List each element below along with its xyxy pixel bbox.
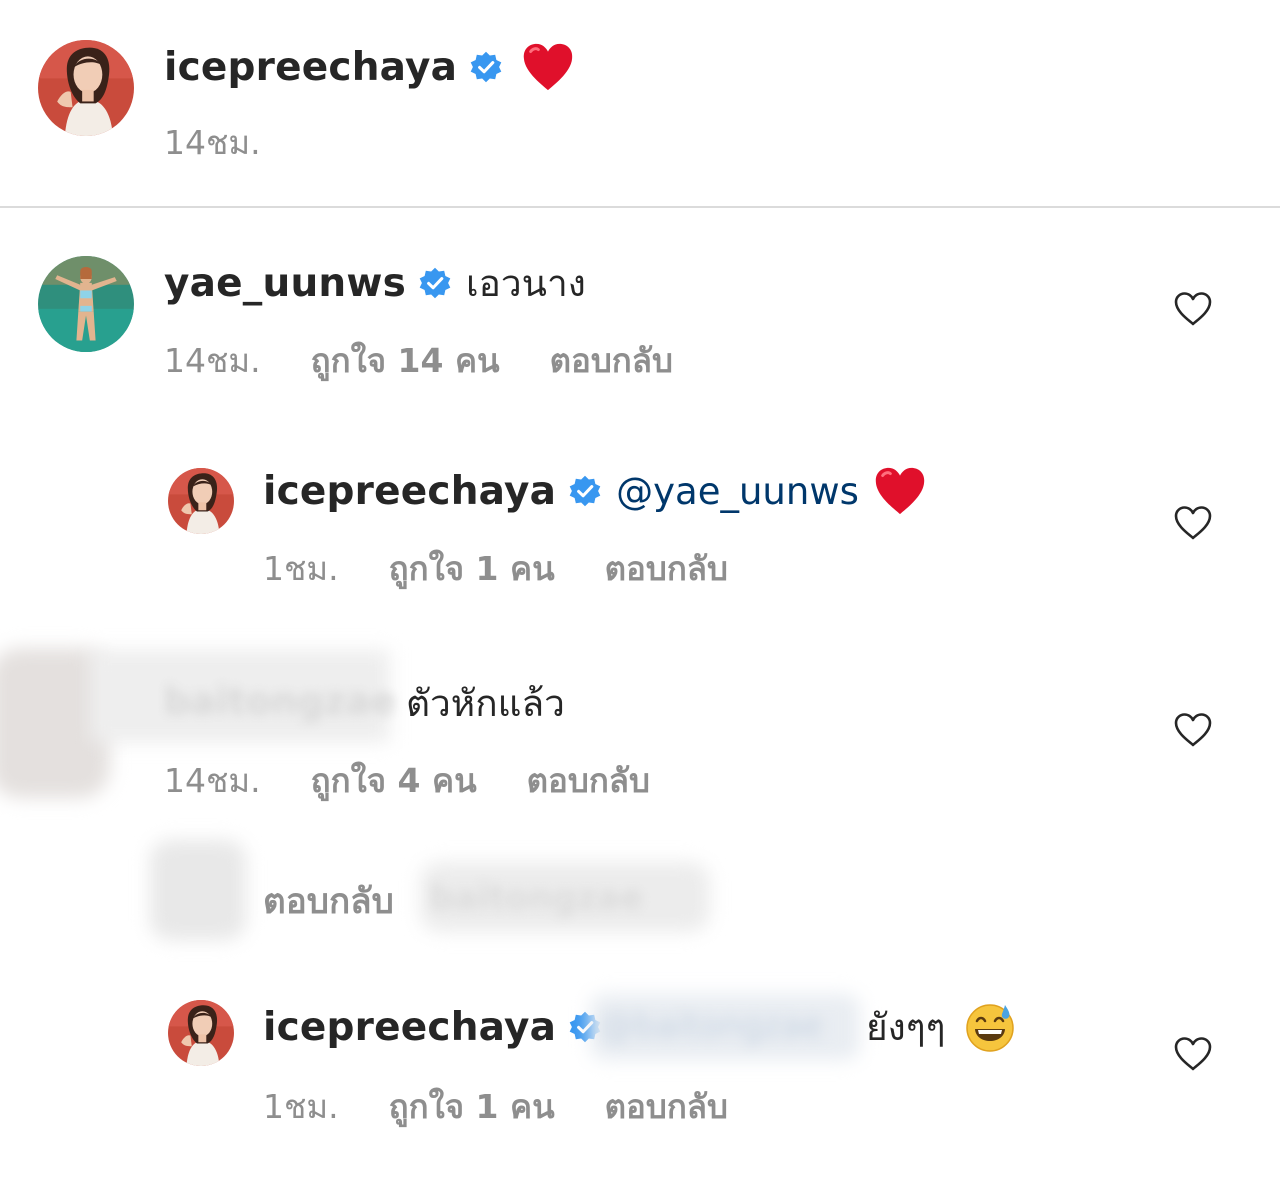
comment-text: ตัวหักแล้ว (406, 681, 565, 725)
mention-link[interactable]: @yae_uunws (616, 470, 859, 513)
avatar-icepreechaya[interactable] (38, 40, 134, 136)
comment-time: 1ชม. (263, 1087, 339, 1126)
comment-text: เอวนาง (466, 261, 586, 305)
verified-badge-icon (418, 266, 452, 300)
blurred-username: baitongzae (164, 680, 396, 723)
comment-likes[interactable]: ถูกใจ 14 คน (311, 334, 500, 387)
reply-button[interactable]: ตอบกลับ (605, 542, 728, 595)
comment-4-body: icepreechaya (263, 1000, 602, 1054)
comment-text: ยังๆๆ (866, 1005, 946, 1049)
view-replies-button[interactable]: ตอบกลับ (263, 874, 394, 929)
avatar-icepreechaya[interactable] (168, 468, 234, 534)
comment-3-meta: 14ชม. ถูกใจ 4 คน ตอบกลับ (164, 754, 650, 807)
verified-badge-icon (469, 50, 503, 84)
comment-3-body: ตัวหักแล้ว (406, 676, 565, 730)
blurred-mention: @baitongzae (600, 1006, 823, 1046)
caption-time: 14ชม. (164, 123, 261, 162)
comment-2-meta: 1ชม. ถูกใจ 1 คน ตอบกลับ (263, 542, 728, 595)
comment-likes[interactable]: ถูกใจ 4 คน (311, 754, 477, 807)
heart-outline-icon[interactable] (1173, 505, 1213, 541)
blurred-reply-target-text: baitongzae (430, 878, 643, 918)
comment-2-body: icepreechaya @yae_uunws (263, 464, 927, 518)
red-heart-emoji (873, 465, 927, 517)
comment-time: 14ชม. (164, 341, 261, 380)
comment-username[interactable]: icepreechaya (263, 469, 556, 514)
heart-outline-icon[interactable] (1173, 712, 1213, 748)
comment-username[interactable]: yae_uunws (164, 261, 406, 306)
blurred-avatar (150, 840, 246, 940)
avatar-yae-uunws[interactable] (38, 256, 134, 352)
grinning-sweat-emoji (964, 1001, 1016, 1053)
comment-4-meta: 1ชม. ถูกใจ 1 คน ตอบกลับ (263, 1080, 728, 1133)
comment-1-meta: 14ชม. ถูกใจ 14 คน ตอบกลับ (164, 334, 673, 387)
reply-button[interactable]: ตอบกลับ (550, 334, 673, 387)
red-heart-emoji (521, 41, 575, 93)
reply-button[interactable]: ตอบกลับ (605, 1080, 728, 1133)
comment-time: 14ชม. (164, 761, 261, 800)
comment-likes[interactable]: ถูกใจ 1 คน (389, 1080, 555, 1133)
divider (0, 206, 1280, 208)
caption-username[interactable]: icepreechaya (164, 45, 457, 90)
caption-meta: 14ชม. (164, 116, 261, 169)
heart-outline-icon[interactable] (1173, 1036, 1213, 1072)
comment-4-text: ยังๆๆ (866, 1000, 1016, 1054)
comment-likes[interactable]: ถูกใจ 1 คน (389, 542, 555, 595)
heart-outline-icon[interactable] (1173, 291, 1213, 327)
caption-header: icepreechaya (164, 40, 575, 94)
comment-time: 1ชม. (263, 549, 339, 588)
reply-button[interactable]: ตอบกลับ (527, 754, 650, 807)
verified-badge-icon (568, 474, 602, 508)
comment-username[interactable]: icepreechaya (263, 1005, 556, 1050)
comment-1-body: yae_uunws เอวนาง (164, 256, 586, 310)
avatar-icepreechaya[interactable] (168, 1000, 234, 1066)
